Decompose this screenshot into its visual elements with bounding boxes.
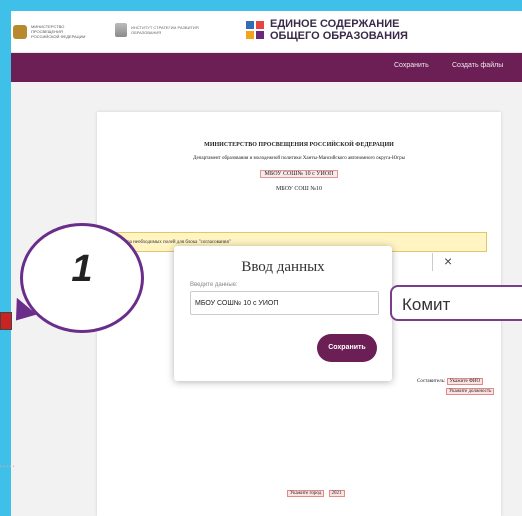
input-dialog: Ввод данных × Введите данные: МБОУ СОШ№ … — [174, 246, 452, 381]
brand-title-line2: ОБЩЕГО ОБРАЗОВАНИЯ — [270, 30, 408, 42]
dialog-title: Ввод данных — [241, 259, 325, 275]
fio-field[interactable]: Укажите ФИО — [446, 378, 484, 385]
dialog-input-label: Введите данные: — [190, 282, 238, 288]
year-field[interactable]: 2021 — [328, 490, 345, 497]
site-header: МИНИСТЕРСТВО ПРОСВЕЩЕНИЯ РОССИЙСКОЙ ФЕДЕ… — [11, 11, 522, 53]
background-strip — [0, 0, 522, 11]
brand-squares-icon — [246, 21, 264, 39]
ministry-logo[interactable]: МИНИСТЕРСТВО ПРОСВЕЩЕНИЯ РОССИЙСКОЙ ФЕДЕ… — [13, 24, 87, 39]
institute-logo[interactable]: ИНСТИТУТ СТРАТЕГИИ РАЗВИТИЯ ОБРАЗОВАНИЯ — [115, 23, 203, 37]
annotation-pill: Комит — [390, 285, 522, 321]
emblem-icon — [13, 24, 27, 39]
doc-school-short: МБОУ СОШ №10 — [275, 186, 323, 192]
compiler-label: Составитель — [417, 379, 444, 384]
institute-icon — [115, 23, 127, 37]
nav-create-files-link[interactable]: Создать файлы — [452, 62, 503, 69]
position-field[interactable]: Укажите должность — [446, 388, 495, 395]
institute-logo-text: ИНСТИТУТ СТРАТЕГИИ РАЗВИТИЯ ОБРАЗОВАНИЯ — [131, 25, 199, 35]
doc-ministry-heading: МИНИСТЕРСТВО ПРОСВЕЩЕНИЯ РОССИЙСКОЙ ФЕДЕ… — [204, 142, 394, 148]
doc-school-full-field[interactable]: МБОУ СОШ№ 10 с УИОП — [260, 170, 338, 178]
doc-department-line: Департамент образования и молодежной пол… — [192, 156, 405, 161]
city-field[interactable]: Укажите город — [287, 490, 325, 497]
decorative-dots: • • • • • — [0, 464, 15, 470]
close-icon[interactable]: × — [444, 253, 452, 269]
nav-bar: Сохранить Создать файлы — [11, 53, 522, 82]
annotation-number: 1 — [71, 248, 93, 290]
dialog-save-button[interactable]: Сохранить — [317, 334, 377, 362]
brand-title-line1: ЕДИНОЕ СОДЕРЖАНИЕ — [270, 18, 400, 30]
nav-save-link[interactable]: Сохранить — [394, 62, 429, 69]
brand-logo[interactable]: ЕДИНОЕ СОДЕРЖАНИЕ ОБЩЕГО ОБРАЗОВАНИЯ — [246, 18, 408, 42]
ministry-logo-text: МИНИСТЕРСТВО ПРОСВЕЩЕНИЯ РОССИЙСКОЙ ФЕДЕ… — [31, 24, 86, 39]
dialog-data-input[interactable]: МБОУ СОШ№ 10 с УИОП — [190, 291, 379, 315]
